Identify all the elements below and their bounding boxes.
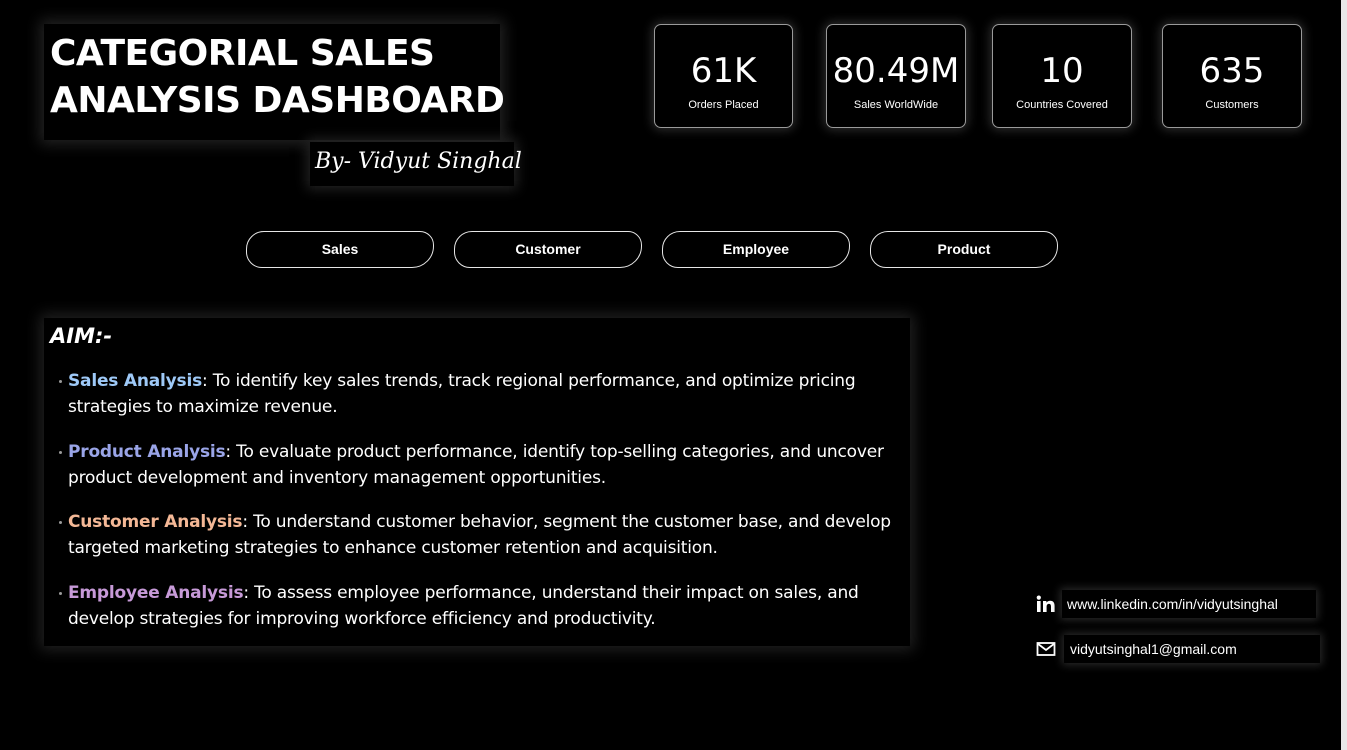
aim-item-customer: Customer Analysis: To understand custome… bbox=[59, 509, 908, 561]
bullet-dot bbox=[59, 451, 62, 454]
linkedin-icon bbox=[1036, 595, 1055, 612]
kpi-card-sales: 80.49M Sales WorldWide bbox=[826, 24, 966, 128]
email-contact[interactable]: vidyutsinghal1@gmail.com bbox=[1030, 635, 1322, 663]
window-edge bbox=[1341, 0, 1347, 750]
aim-item-title: Sales Analysis bbox=[68, 371, 203, 391]
kpi-value: 635 bbox=[1199, 51, 1265, 91]
mail-icon bbox=[1036, 642, 1056, 656]
bullet-dot bbox=[59, 592, 62, 595]
aim-item-title: Customer Analysis bbox=[68, 512, 243, 532]
tab-employee[interactable]: Employee bbox=[662, 231, 850, 268]
bullet-dot bbox=[59, 380, 62, 383]
aim-heading: AIM:- bbox=[50, 324, 113, 348]
kpi-label: Countries Covered bbox=[1016, 99, 1108, 111]
tab-customer[interactable]: Customer bbox=[454, 231, 642, 268]
kpi-label: Orders Placed bbox=[688, 99, 759, 111]
linkedin-url[interactable]: www.linkedin.com/in/vidyutsinghal bbox=[1067, 590, 1278, 618]
aim-item-title: Employee Analysis bbox=[68, 583, 244, 603]
kpi-value: 10 bbox=[1040, 51, 1084, 91]
kpi-card-customers: 635 Customers bbox=[1162, 24, 1302, 128]
aim-item-employee: Employee Analysis: To assess employee pe… bbox=[59, 580, 908, 632]
tab-sales[interactable]: Sales bbox=[246, 231, 434, 268]
kpi-value: 61K bbox=[690, 51, 757, 91]
aim-item-product: Product Analysis: To evaluate product pe… bbox=[59, 439, 908, 491]
kpi-label: Sales WorldWide bbox=[853, 99, 939, 111]
linkedin-contact[interactable]: www.linkedin.com/in/vidyutsinghal bbox=[1030, 590, 1320, 618]
aim-item-sales: Sales Analysis: To identify key sales tr… bbox=[59, 368, 908, 420]
dashboard-title: CATEGORIAL SALES ANALYSIS DASHBOARD bbox=[50, 33, 505, 121]
kpi-label: Customers bbox=[1205, 99, 1259, 111]
dashboard-canvas: CATEGORIAL SALES ANALYSIS DASHBOARD By- … bbox=[0, 0, 1341, 750]
kpi-card-orders: 61K Orders Placed bbox=[654, 24, 793, 128]
kpi-value: 80.49M bbox=[832, 51, 960, 91]
email-address[interactable]: vidyutsinghal1@gmail.com bbox=[1070, 635, 1237, 663]
aim-item-title: Product Analysis bbox=[68, 442, 226, 462]
kpi-card-countries: 10 Countries Covered bbox=[992, 24, 1132, 128]
tab-product[interactable]: Product bbox=[870, 231, 1058, 268]
bullet-dot bbox=[59, 521, 62, 524]
author-credit: By- Vidyut Singhal bbox=[315, 149, 522, 174]
